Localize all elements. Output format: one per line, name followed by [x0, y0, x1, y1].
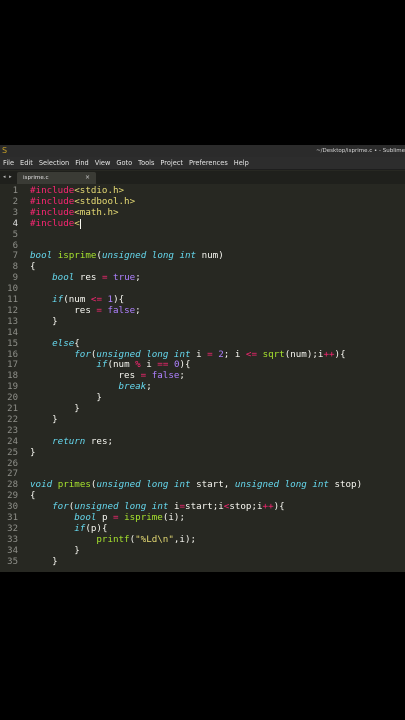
tab-bar: ◂ ▸ isprime.c × — [0, 171, 405, 184]
line-number: 34 — [7, 545, 18, 556]
tab-nav-arrows-icon[interactable]: ◂ ▸ — [3, 171, 13, 184]
line-number: 17 — [7, 360, 18, 371]
line-number: 21 — [7, 404, 18, 414]
title-bar: S ~/Desktop/isprime.c • - Sublime — [0, 145, 405, 157]
menu-find[interactable]: Find — [75, 157, 89, 170]
line-number: 26 — [7, 458, 18, 469]
code-line: bool res = true; — [52, 272, 141, 284]
line-number: 12 — [7, 305, 18, 316]
line-number: 35 — [7, 556, 18, 567]
menu-goto[interactable]: Goto — [116, 157, 132, 170]
menu-edit[interactable]: Edit — [20, 157, 33, 170]
line-number: 9 — [12, 273, 18, 284]
line-number: 18 — [7, 371, 18, 382]
menu-selection[interactable]: Selection — [39, 157, 69, 170]
menu-project[interactable]: Project — [160, 157, 183, 170]
line-number: 10 — [7, 284, 18, 295]
line-number: 19 — [7, 382, 18, 393]
editor-window: S ~/Desktop/isprime.c • - Sublime File E… — [0, 145, 405, 572]
line-number: 30 — [7, 502, 18, 513]
code-line: } — [30, 555, 58, 567]
code-area[interactable]: #include<stdio.h> #include<stdbool.h> #inc… — [30, 185, 405, 572]
line-number-gutter: 1 2 3 4 5 6 7 8 9 10 11 12 13 14 15 16 17 18 19 20 21 22 23 24 2… — [0, 185, 24, 572]
line-number: 24 — [7, 436, 18, 447]
text-cursor — [79, 218, 81, 229]
code-line: } — [30, 413, 58, 425]
line-number: 8 — [12, 262, 18, 273]
code-line: return res; — [52, 435, 114, 447]
code-editor[interactable]: 1 2 3 4 5 6 7 8 9 10 11 12 13 14 15 16 17 18 19 20 21 22 23 24 2… — [0, 185, 405, 572]
line-number: 11 — [7, 295, 18, 305]
line-number: 4 — [12, 218, 18, 229]
line-number: 28 — [7, 480, 18, 491]
line-number: 31 — [7, 513, 18, 523]
code-line: } — [30, 544, 80, 556]
bottom-letterbox — [0, 572, 405, 720]
top-letterbox — [0, 0, 405, 145]
menu-tools[interactable]: Tools — [138, 157, 154, 170]
line-number: 32 — [7, 523, 18, 534]
line-number: 15 — [7, 338, 18, 349]
sublime-app-icon: S — [2, 146, 8, 155]
code-line: bool isprime(unsigned long int num) — [30, 250, 224, 262]
line-number: 29 — [7, 491, 18, 502]
tab-label: isprime.c — [23, 175, 49, 181]
window-title: ~/Desktop/isprime.c • - Sublime — [316, 148, 405, 154]
line-number: 6 — [12, 240, 18, 251]
line-number: 3 — [12, 207, 18, 218]
menu-view[interactable]: View — [95, 157, 111, 170]
line-number: 13 — [7, 316, 18, 327]
line-number: 14 — [7, 327, 18, 338]
line-number: 1 — [12, 186, 18, 196]
code-line: } — [30, 315, 58, 327]
line-number: 33 — [7, 534, 18, 545]
line-number: 23 — [7, 425, 18, 436]
code-line: void primes(unsigned long int start, uns… — [30, 479, 363, 491]
tab-isprime-c[interactable]: isprime.c × — [17, 172, 96, 184]
line-number: 27 — [7, 469, 18, 480]
code-line: #include< — [30, 217, 80, 229]
line-number: 5 — [12, 229, 18, 240]
menu-help[interactable]: Help — [234, 157, 249, 170]
menu-bar: File Edit Selection Find View Goto Tools… — [0, 157, 405, 170]
menu-preferences[interactable]: Preferences — [189, 157, 228, 170]
line-number: 20 — [7, 393, 18, 404]
line-number: 7 — [12, 251, 18, 262]
line-number: 16 — [7, 349, 18, 360]
code-line: } — [30, 446, 36, 458]
tab-close-icon[interactable]: × — [85, 172, 90, 184]
code-line: else{ — [52, 337, 80, 349]
line-number: 22 — [7, 414, 18, 425]
line-number: 2 — [12, 196, 18, 207]
menu-file[interactable]: File — [3, 157, 14, 170]
line-number: 25 — [7, 447, 18, 458]
